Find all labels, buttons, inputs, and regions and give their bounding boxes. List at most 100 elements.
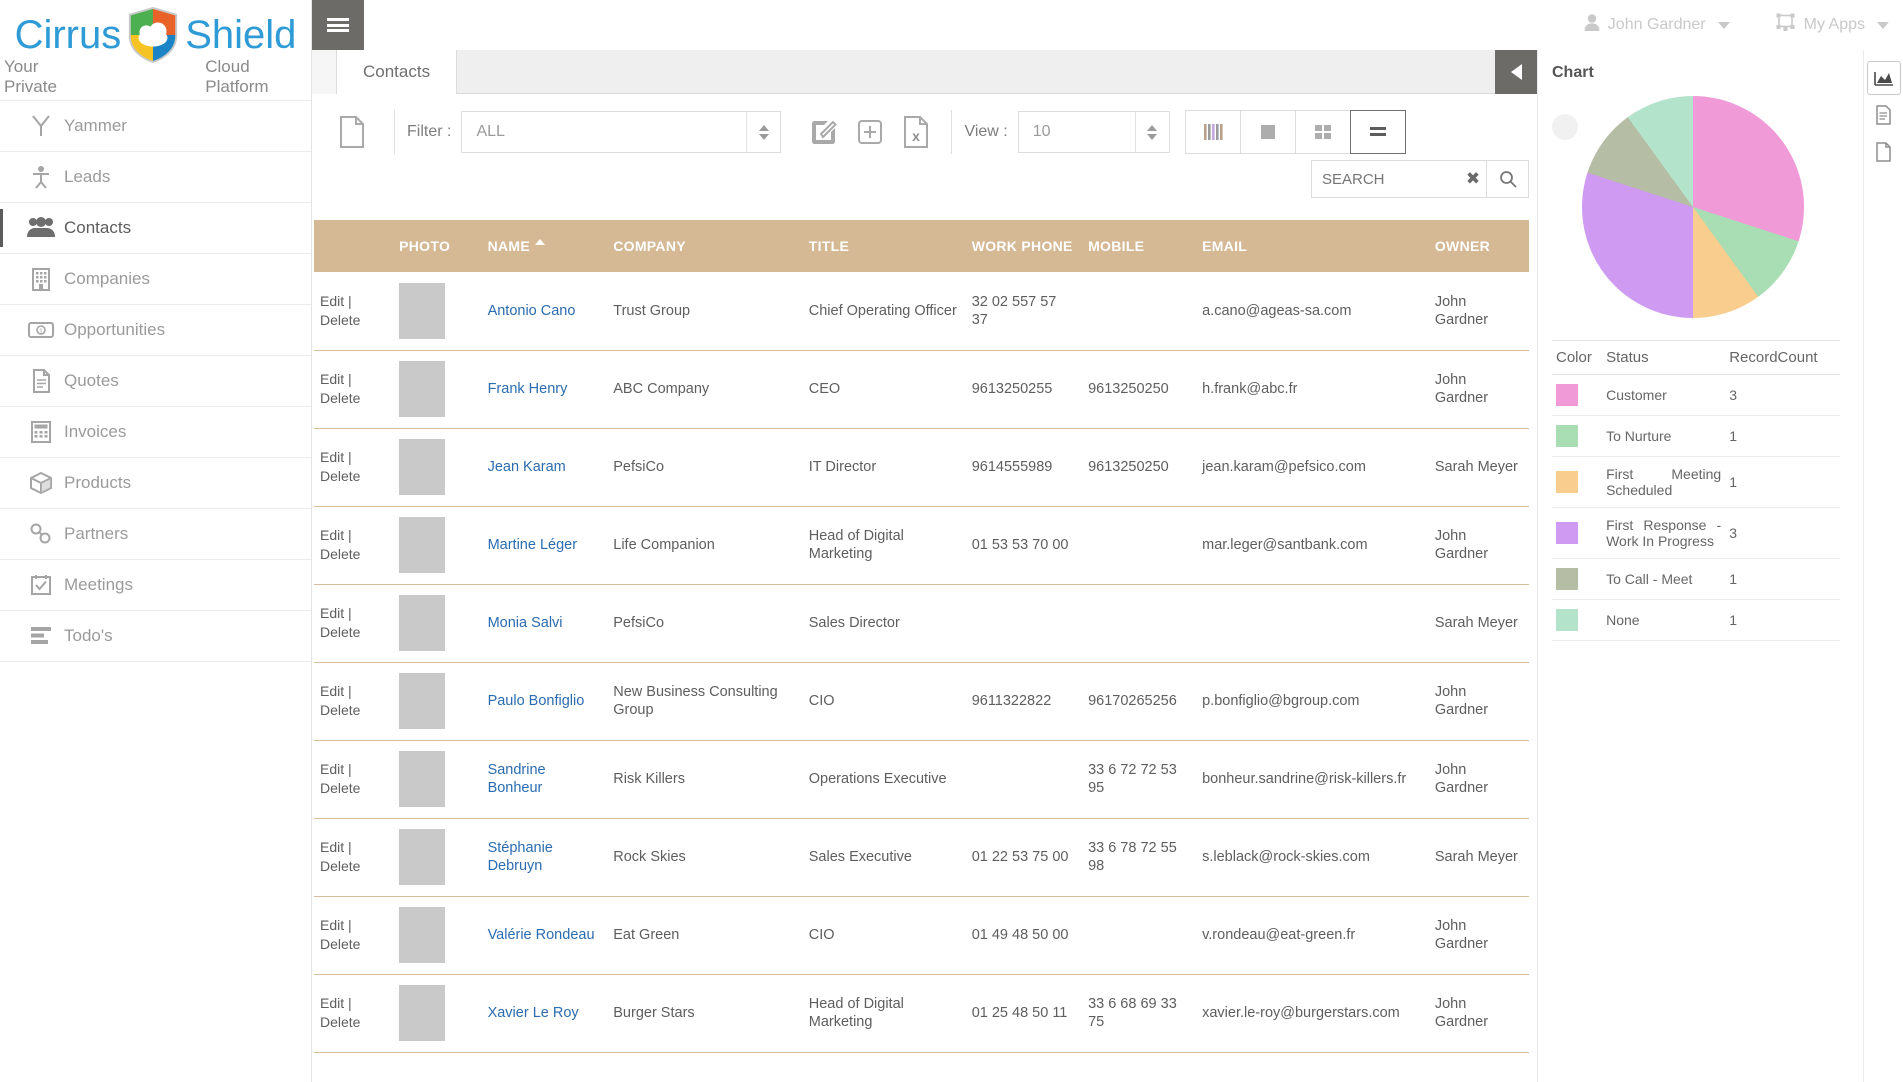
edit-link[interactable]: Edit <box>320 839 344 855</box>
edit-link[interactable]: Edit <box>320 449 344 465</box>
new-document-button[interactable] <box>322 116 382 148</box>
chart-legend-row[interactable]: None 1 <box>1552 599 1840 641</box>
table-row[interactable]: Edit | Delete Xavier Le Roy Burger Stars Hea… <box>314 974 1529 1053</box>
delete-link[interactable]: Delete <box>320 936 360 952</box>
page-size-select[interactable]: 10 <box>1017 111 1170 153</box>
contact-name-link[interactable]: Frank Henry <box>488 381 568 397</box>
search-input[interactable] <box>1312 161 1460 197</box>
chart-legend-row[interactable]: Customer 3 <box>1552 374 1840 416</box>
contact-name-link[interactable]: Antonio Cano <box>488 303 576 319</box>
svg-text:x: x <box>913 128 921 144</box>
chart-legend-row[interactable]: To Nurture 1 <box>1552 415 1840 457</box>
sidebar-item-meetings[interactable]: Meetings <box>0 560 311 611</box>
sidebar-item-partners[interactable]: Partners <box>0 509 311 560</box>
contact-name-link[interactable]: Jean Karam <box>488 459 566 475</box>
contact-name-link[interactable]: Valérie Rondeau <box>488 927 595 943</box>
column-name[interactable]: NAME <box>481 220 608 272</box>
table-row[interactable]: Edit | Delete Paulo Bonfiglio New Business … <box>314 662 1529 741</box>
chart-legend-row[interactable]: To Call - Meet 1 <box>1552 558 1840 600</box>
column-mobile[interactable]: MOBILE <box>1082 220 1197 272</box>
my-apps-menu[interactable]: My Apps <box>1776 13 1889 37</box>
table-row[interactable]: Edit | Delete Stéphanie Debruyn Rock Skies S… <box>314 818 1529 897</box>
sidebar-item-yammer[interactable]: Yammer <box>0 101 311 152</box>
view-mode-grid-button[interactable] <box>1294 110 1351 154</box>
table-row[interactable]: Edit | Delete Martine Léger Life Companion H… <box>314 506 1529 585</box>
edit-link[interactable]: Edit <box>320 761 344 777</box>
contact-name-link[interactable]: Xavier Le Roy <box>488 1005 579 1021</box>
report-doc-icon[interactable] <box>1867 98 1901 132</box>
contact-name-link[interactable]: Sandrine Bonheur <box>488 762 546 796</box>
sidebar-item-leads[interactable]: Leads <box>0 152 311 203</box>
sidebar-item-opportunities[interactable]: 1 Opportunities <box>0 305 311 356</box>
table-row[interactable]: Edit | Delete Valérie Rondeau Eat Green CIO 0… <box>314 896 1529 975</box>
sidebar-item-products[interactable]: Products <box>0 458 311 509</box>
column-title[interactable]: TITLE <box>802 220 966 272</box>
chart-area-icon[interactable] <box>1866 61 1901 95</box>
sidebar-item-quotes[interactable]: Quotes <box>0 356 311 407</box>
view-mode-list-button[interactable] <box>1349 110 1406 154</box>
tab-contacts[interactable]: Contacts <box>337 50 458 94</box>
edit-record-button[interactable] <box>801 109 847 155</box>
page-size-spinner-icon[interactable] <box>1134 112 1169 152</box>
clear-search-icon[interactable]: ✖ <box>1460 161 1486 197</box>
view-label: View : <box>964 123 1008 140</box>
filter-select[interactable]: ALL <box>461 111 782 153</box>
row-mobile: 33 6 68 69 33 75 <box>1082 974 1197 1053</box>
user-menu[interactable]: John Gardner <box>1584 14 1730 36</box>
delete-link[interactable]: Delete <box>320 1014 360 1030</box>
add-record-button[interactable] <box>847 109 893 155</box>
edit-link[interactable]: Edit <box>320 293 344 309</box>
contact-name-link[interactable]: Paulo Bonfiglio <box>488 693 585 709</box>
chart-legend-row[interactable]: First Response - Work In Progress 3 <box>1552 507 1840 559</box>
column-work-phone[interactable]: WORK PHONE <box>965 220 1083 272</box>
table-row[interactable]: Edit | Delete Monia Salvi PefsiCo Sales Dire… <box>314 584 1529 663</box>
view-mode-single-button[interactable] <box>1239 110 1296 154</box>
table-row[interactable]: Edit | Delete Sandrine Bonheur Risk Killers… <box>314 740 1529 819</box>
edit-link[interactable]: Edit <box>320 371 344 387</box>
column-owner[interactable]: OWNER <box>1428 220 1529 272</box>
sidebar-item-invoices[interactable]: Invoices <box>0 407 311 458</box>
column-photo[interactable]: PHOTO <box>393 220 482 272</box>
table-row[interactable]: Edit | Delete Jean Karam PefsiCo IT Director… <box>314 428 1529 507</box>
pie-chart[interactable] <box>1582 96 1804 318</box>
shield-logo-icon <box>129 7 178 63</box>
delete-link[interactable]: Delete <box>320 390 360 406</box>
collapse-panel-button[interactable] <box>1495 50 1537 94</box>
edit-link[interactable]: Edit <box>320 995 344 1011</box>
delete-link[interactable]: Delete <box>320 312 360 328</box>
edit-link[interactable]: Edit <box>320 683 344 699</box>
table-row[interactable]: Edit | Delete Antonio Cano Trust Group Chief… <box>314 272 1529 351</box>
delete-link[interactable]: Delete <box>320 624 360 640</box>
sidebar-item-companies[interactable]: Companies <box>0 254 311 305</box>
edit-link[interactable]: Edit <box>320 605 344 621</box>
delete-link[interactable]: Delete <box>320 702 360 718</box>
filter-spinner-icon[interactable] <box>746 112 780 152</box>
row-owner: John Gardner <box>1428 350 1529 429</box>
sidebar-item-label: Companies <box>64 269 150 288</box>
delete-link[interactable]: Delete <box>320 780 360 796</box>
contact-name-link[interactable]: Martine Léger <box>488 537 577 553</box>
sidebar-item-contacts[interactable]: Contacts <box>0 203 311 254</box>
lead-person-icon <box>18 165 64 189</box>
column-company[interactable]: COMPANY <box>607 220 803 272</box>
search-box[interactable]: ✖ <box>1311 160 1529 198</box>
search-icon[interactable] <box>1486 161 1528 197</box>
action-separator: | <box>348 761 352 778</box>
avatar <box>399 517 446 573</box>
table-row[interactable]: Edit | Delete Frank Henry ABC Company CEO 961… <box>314 350 1529 429</box>
export-excel-button[interactable]: x <box>893 109 939 155</box>
contact-name-link[interactable]: Monia Salvi <box>488 615 563 631</box>
app-logo[interactable]: Cirrus Shield Your Private Cloud Platfor… <box>0 0 311 100</box>
delete-link[interactable]: Delete <box>320 468 360 484</box>
edit-link[interactable]: Edit <box>320 917 344 933</box>
column-email[interactable]: EMAIL <box>1196 220 1429 272</box>
view-mode-kanban-button[interactable] <box>1184 110 1241 154</box>
sidebar-item-todos[interactable]: Todo's <box>0 611 311 662</box>
menu-toggle-button[interactable] <box>312 0 364 50</box>
delete-link[interactable]: Delete <box>320 546 360 562</box>
chart-legend-row[interactable]: First Meeting Scheduled 1 <box>1552 456 1840 508</box>
contact-name-link[interactable]: Stéphanie Debruyn <box>488 840 553 874</box>
delete-link[interactable]: Delete <box>320 858 360 874</box>
edit-link[interactable]: Edit <box>320 527 344 543</box>
blank-doc-icon[interactable] <box>1867 135 1901 169</box>
